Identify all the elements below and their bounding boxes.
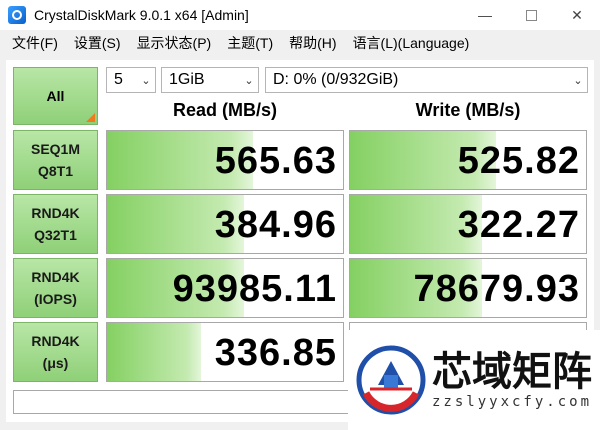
write-value: 78679.93: [413, 268, 580, 310]
minimize-button[interactable]: —: [462, 0, 508, 30]
test-param: (IOPS): [34, 291, 77, 307]
read-result: 565.63: [106, 130, 344, 190]
progress-fill: [107, 323, 202, 381]
test-rnd4k-iops-button[interactable]: RND4K (IOPS): [13, 258, 98, 318]
count-value: 5: [114, 71, 123, 88]
read-result: 384.96: [106, 194, 344, 254]
test-rnd4k-latency-button[interactable]: RND4K (μs): [13, 322, 98, 382]
window-controls: — ✕: [462, 0, 600, 30]
read-result: 336.85: [106, 322, 344, 382]
write-result: 525.82: [349, 130, 587, 190]
watermark: 芯域矩阵 zzslyyxcfy.com: [348, 330, 600, 430]
test-name: RND4K: [31, 269, 80, 285]
write-value: 322.27: [457, 204, 580, 246]
drive-select[interactable]: D: 0% (0/932GiB) ⌄: [265, 67, 588, 93]
maximize-button[interactable]: [508, 0, 554, 30]
test-param: (μs): [42, 355, 69, 371]
write-result: 322.27: [349, 194, 587, 254]
watermark-url: zzslyyxcfy.com: [432, 394, 593, 410]
test-seq1m-q8t1-button[interactable]: SEQ1M Q8T1: [13, 130, 98, 190]
menu-display[interactable]: 显示状态(P): [129, 33, 220, 53]
close-button[interactable]: ✕: [554, 0, 600, 30]
all-button[interactable]: All: [13, 67, 98, 125]
chevron-down-icon: ⌄: [573, 74, 583, 87]
maximize-icon: [525, 9, 537, 21]
title-bar: CrystalDiskMark 9.0.1 x64 [Admin] — ✕: [0, 0, 600, 30]
menu-language[interactable]: 语言(L)(Language): [345, 33, 478, 53]
read-value: 93985.11: [172, 268, 337, 310]
read-value: 565.63: [214, 140, 337, 182]
window-title: CrystalDiskMark 9.0.1 x64 [Admin]: [34, 7, 249, 23]
test-name: RND4K: [31, 205, 80, 221]
menu-settings[interactable]: 设置(S): [66, 33, 129, 53]
chevron-down-icon: ⌄: [141, 74, 151, 87]
chevron-down-icon: ⌄: [244, 74, 254, 87]
corner-marker-icon: [86, 113, 95, 122]
write-result: 78679.93: [349, 258, 587, 318]
test-param: Q8T1: [37, 163, 73, 179]
size-select[interactable]: 1GiB ⌄: [161, 67, 259, 93]
all-button-label: All: [46, 88, 65, 104]
drive-value: D: 0% (0/932GiB): [273, 71, 399, 88]
menu-bar: 文件(F) 设置(S) 显示状态(P) 主题(T) 帮助(H) 语言(L)(La…: [0, 30, 600, 56]
size-value: 1GiB: [169, 71, 205, 88]
watermark-logo-icon: [356, 345, 426, 415]
read-result: 93985.11: [106, 258, 344, 318]
watermark-title: 芯域矩阵: [432, 349, 592, 395]
test-param: Q32T1: [34, 227, 77, 243]
write-header: Write (MB/s): [415, 100, 521, 120]
count-select[interactable]: 5 ⌄: [106, 67, 156, 93]
write-value: 525.82: [457, 140, 580, 182]
read-value: 384.96: [214, 204, 337, 246]
read-value: 336.85: [214, 332, 337, 374]
menu-file[interactable]: 文件(F): [0, 33, 66, 53]
menu-help[interactable]: 帮助(H): [281, 33, 344, 53]
test-name: SEQ1M: [30, 141, 80, 157]
test-name: RND4K: [31, 333, 80, 349]
test-rnd4k-q32t1-button[interactable]: RND4K Q32T1: [13, 194, 98, 254]
menu-theme[interactable]: 主题(T): [219, 33, 281, 53]
app-icon: [8, 6, 26, 24]
read-header: Read (MB/s): [172, 100, 277, 120]
